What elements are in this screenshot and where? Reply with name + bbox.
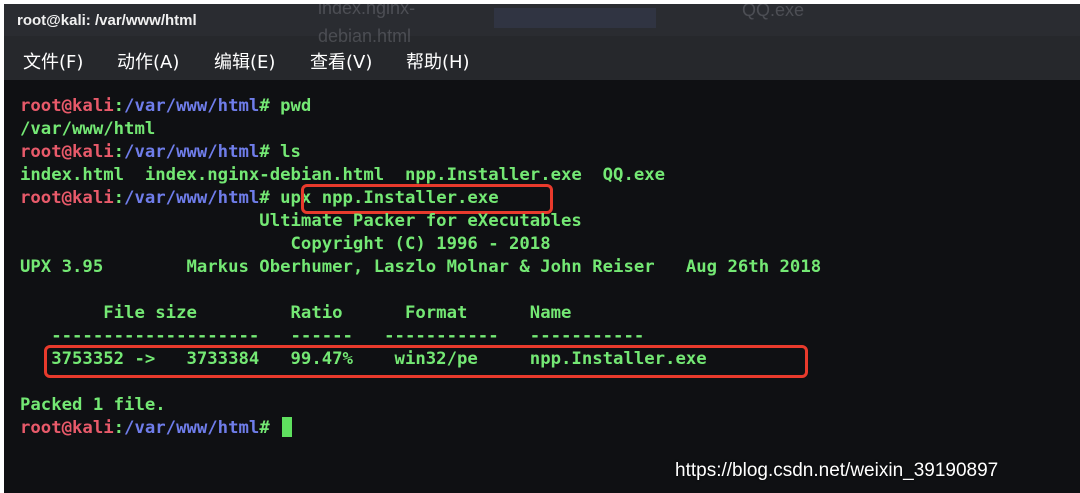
ghost-label: debian.html: [318, 26, 412, 46]
prompt-line: root@kali:/var/www/html# ls: [20, 142, 301, 162]
upx-banner-line: Ultimate Packer for eXecutables: [20, 211, 582, 231]
prompt-line: root@kali:/var/www/html#: [20, 417, 293, 440]
watermark-url: https://blog.csdn.net/weixin_39190897: [675, 460, 999, 481]
packed-message: Packed 1 file.: [20, 395, 166, 415]
upx-banner-line: Copyright (C) 1996 - 2018: [20, 234, 551, 254]
ghost-label: QQ.exe: [742, 4, 805, 20]
ghost-label: index.nginx-: [318, 4, 416, 18]
command-text: ls: [280, 142, 301, 162]
output-line: /var/www/html: [20, 119, 156, 139]
menu-bar: debian.html 文件(F) 动作(A) 编辑(E) 查看(V) 帮助(H…: [4, 26, 1080, 80]
menu-file[interactable]: 文件(F): [23, 48, 83, 74]
prompt-line: root@kali:/var/www/html# pwd: [20, 96, 312, 116]
background-window-ghost: [494, 8, 656, 28]
menu-action[interactable]: 动作(A): [117, 48, 179, 74]
menu-help[interactable]: 帮助(H): [406, 48, 470, 74]
menu-edit[interactable]: 编辑(E): [214, 48, 275, 74]
result-highlight-box: [44, 345, 808, 378]
menu-view[interactable]: 查看(V): [310, 48, 372, 74]
upx-banner-line: UPX 3.95 Markus Oberhumer, Laszlo Molnar…: [20, 257, 822, 277]
command-text: pwd: [280, 96, 312, 116]
title-bar: root@kali: /var/www/html index.nginx- QQ…: [4, 4, 1080, 36]
terminal-window: root@kali: /var/www/html index.nginx- QQ…: [4, 4, 1080, 493]
text-cursor: [282, 417, 293, 437]
terminal-output[interactable]: root@kali:/var/www/html# pwd /var/www/ht…: [4, 80, 1080, 493]
window-title: root@kali: /var/www/html: [17, 12, 197, 29]
table-header: File size Ratio Format Name: [20, 303, 572, 323]
